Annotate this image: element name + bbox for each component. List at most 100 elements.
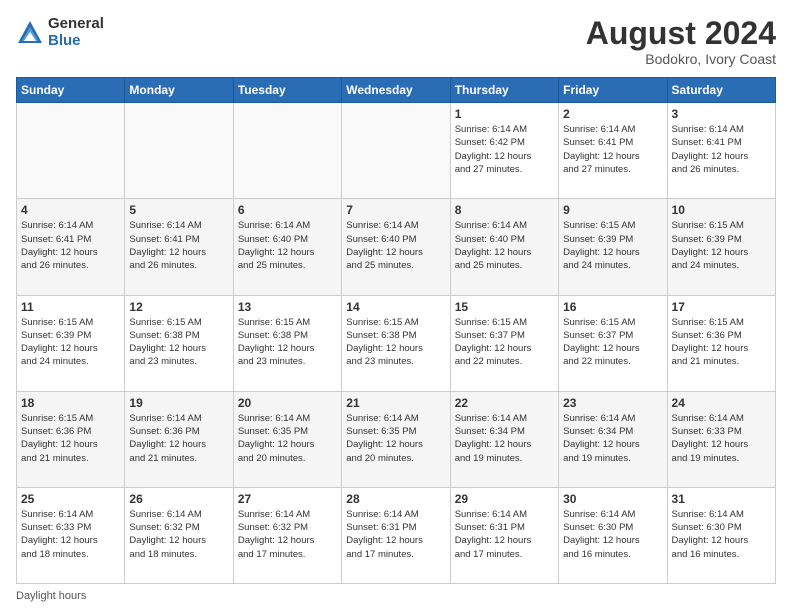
calendar-day-cell: 9 Sunrise: 6:15 AM Sunset: 6:39 PM Daylig…	[559, 199, 667, 295]
day-info: Sunrise: 6:14 AM Sunset: 6:33 PM Dayligh…	[672, 412, 771, 465]
calendar-day-cell: 25Sunrise: 6:14 AM Sunset: 6:33 PM Dayli…	[17, 487, 125, 583]
day-info: Sunrise: 6:15 AM Sunset: 6:36 PM Dayligh…	[21, 412, 120, 465]
calendar-day-cell: 17 Sunrise: 6:15 AM Sunset: 6:36 PM Dayli…	[667, 295, 775, 391]
day-number: 14	[346, 300, 445, 314]
calendar-week-row: 4 Sunrise: 6:14 AM Sunset: 6:41 PM Daylig…	[17, 199, 776, 295]
day-info: Sunrise: 6:14 AM Sunset: 6:40 PM Dayligh…	[238, 219, 337, 272]
calendar-week-row: 11 Sunrise: 6:15 AM Sunset: 6:39 PM Dayli…	[17, 295, 776, 391]
calendar-day-cell: 23 Sunrise: 6:14 AM Sunset: 6:34 PM Dayli…	[559, 391, 667, 487]
footer: Daylight hours	[16, 590, 776, 602]
day-number: 13	[238, 300, 337, 314]
title-block: August 2024 Bodokro, Ivory Coast	[586, 16, 776, 67]
day-number: 3	[672, 107, 771, 121]
day-number: 27	[238, 492, 337, 506]
calendar-day-cell: 22 Sunrise: 6:14 AM Sunset: 6:34 PM Dayli…	[450, 391, 558, 487]
logo-icon	[16, 19, 44, 47]
day-info: Sunrise: 6:14 AM Sunset: 6:41 PM Dayligh…	[129, 219, 228, 272]
calendar-day-cell: 2Sunrise: 6:14 AM Sunset: 6:41 PM Daylig…	[559, 103, 667, 199]
day-number: 30	[563, 492, 662, 506]
day-number: 26	[129, 492, 228, 506]
day-number: 6	[238, 203, 337, 217]
day-info: Sunrise: 6:14 AM Sunset: 6:41 PM Dayligh…	[21, 219, 120, 272]
title-month: August 2024	[586, 16, 776, 51]
day-number: 8	[455, 203, 554, 217]
day-number: 18	[21, 396, 120, 410]
calendar-day-cell: 5 Sunrise: 6:14 AM Sunset: 6:41 PM Daylig…	[125, 199, 233, 295]
calendar-week-row: 25Sunrise: 6:14 AM Sunset: 6:33 PM Dayli…	[17, 487, 776, 583]
title-location: Bodokro, Ivory Coast	[586, 51, 776, 67]
day-number: 4	[21, 203, 120, 217]
calendar-day-cell	[125, 103, 233, 199]
day-number: 22	[455, 396, 554, 410]
calendar-col-header: Saturday	[667, 78, 775, 103]
logo-general: General	[48, 16, 104, 33]
day-number: 7	[346, 203, 445, 217]
day-number: 1	[455, 107, 554, 121]
day-number: 21	[346, 396, 445, 410]
day-info: Sunrise: 6:15 AM Sunset: 6:39 PM Dayligh…	[21, 316, 120, 369]
day-number: 10	[672, 203, 771, 217]
day-info: Sunrise: 6:14 AM Sunset: 6:30 PM Dayligh…	[672, 508, 771, 561]
day-info: Sunrise: 6:15 AM Sunset: 6:37 PM Dayligh…	[455, 316, 554, 369]
day-number: 28	[346, 492, 445, 506]
day-number: 23	[563, 396, 662, 410]
calendar-day-cell: 14 Sunrise: 6:15 AM Sunset: 6:38 PM Dayli…	[342, 295, 450, 391]
calendar-day-cell	[342, 103, 450, 199]
calendar-day-cell: 31 Sunrise: 6:14 AM Sunset: 6:30 PM Dayli…	[667, 487, 775, 583]
calendar-day-cell: 6 Sunrise: 6:14 AM Sunset: 6:40 PM Daylig…	[233, 199, 341, 295]
footer-text: Daylight hours	[16, 590, 86, 602]
calendar-day-cell: 19Sunrise: 6:14 AM Sunset: 6:36 PM Dayli…	[125, 391, 233, 487]
day-info: Sunrise: 6:14 AM Sunset: 6:34 PM Dayligh…	[563, 412, 662, 465]
day-info: Sunrise: 6:14 AM Sunset: 6:32 PM Dayligh…	[238, 508, 337, 561]
calendar-col-header: Thursday	[450, 78, 558, 103]
day-info: Sunrise: 6:14 AM Sunset: 6:41 PM Dayligh…	[672, 123, 771, 176]
calendar-col-header: Wednesday	[342, 78, 450, 103]
calendar-day-cell: 28Sunrise: 6:14 AM Sunset: 6:31 PM Dayli…	[342, 487, 450, 583]
calendar-day-cell: 4 Sunrise: 6:14 AM Sunset: 6:41 PM Daylig…	[17, 199, 125, 295]
calendar-col-header: Tuesday	[233, 78, 341, 103]
day-number: 9	[563, 203, 662, 217]
day-info: Sunrise: 6:14 AM Sunset: 6:35 PM Dayligh…	[238, 412, 337, 465]
day-number: 20	[238, 396, 337, 410]
calendar-header-row: SundayMondayTuesdayWednesdayThursdayFrid…	[17, 78, 776, 103]
day-info: Sunrise: 6:15 AM Sunset: 6:39 PM Dayligh…	[563, 219, 662, 272]
logo-text: General Blue	[48, 16, 104, 49]
calendar-day-cell: 16Sunrise: 6:15 AM Sunset: 6:37 PM Dayli…	[559, 295, 667, 391]
day-info: Sunrise: 6:15 AM Sunset: 6:38 PM Dayligh…	[238, 316, 337, 369]
day-number: 16	[563, 300, 662, 314]
calendar-col-header: Sunday	[17, 78, 125, 103]
day-info: Sunrise: 6:15 AM Sunset: 6:39 PM Dayligh…	[672, 219, 771, 272]
day-number: 17	[672, 300, 771, 314]
calendar-day-cell	[17, 103, 125, 199]
day-number: 11	[21, 300, 120, 314]
calendar-week-row: 18 Sunrise: 6:15 AM Sunset: 6:36 PM Dayli…	[17, 391, 776, 487]
calendar-day-cell: 20 Sunrise: 6:14 AM Sunset: 6:35 PM Dayli…	[233, 391, 341, 487]
day-info: Sunrise: 6:14 AM Sunset: 6:30 PM Dayligh…	[563, 508, 662, 561]
calendar-day-cell: 15 Sunrise: 6:15 AM Sunset: 6:37 PM Dayli…	[450, 295, 558, 391]
day-info: Sunrise: 6:14 AM Sunset: 6:31 PM Dayligh…	[455, 508, 554, 561]
calendar-day-cell: 12Sunrise: 6:15 AM Sunset: 6:38 PM Dayli…	[125, 295, 233, 391]
calendar-day-cell: 11 Sunrise: 6:15 AM Sunset: 6:39 PM Dayli…	[17, 295, 125, 391]
day-info: Sunrise: 6:15 AM Sunset: 6:38 PM Dayligh…	[346, 316, 445, 369]
calendar-day-cell: 3 Sunrise: 6:14 AM Sunset: 6:41 PM Daylig…	[667, 103, 775, 199]
day-number: 15	[455, 300, 554, 314]
day-number: 12	[129, 300, 228, 314]
calendar-day-cell	[233, 103, 341, 199]
calendar-table: SundayMondayTuesdayWednesdayThursdayFrid…	[16, 77, 776, 584]
day-number: 25	[21, 492, 120, 506]
day-info: Sunrise: 6:14 AM Sunset: 6:41 PM Dayligh…	[563, 123, 662, 176]
day-number: 31	[672, 492, 771, 506]
day-info: Sunrise: 6:14 AM Sunset: 6:34 PM Dayligh…	[455, 412, 554, 465]
header: General Blue August 2024 Bodokro, Ivory …	[16, 16, 776, 67]
day-info: Sunrise: 6:14 AM Sunset: 6:40 PM Dayligh…	[455, 219, 554, 272]
day-info: Sunrise: 6:14 AM Sunset: 6:40 PM Dayligh…	[346, 219, 445, 272]
day-number: 19	[129, 396, 228, 410]
calendar-day-cell: 21Sunrise: 6:14 AM Sunset: 6:35 PM Dayli…	[342, 391, 450, 487]
calendar-day-cell: 8 Sunrise: 6:14 AM Sunset: 6:40 PM Daylig…	[450, 199, 558, 295]
logo-blue: Blue	[48, 33, 104, 50]
day-number: 5	[129, 203, 228, 217]
day-info: Sunrise: 6:15 AM Sunset: 6:36 PM Dayligh…	[672, 316, 771, 369]
calendar-day-cell: 24Sunrise: 6:14 AM Sunset: 6:33 PM Dayli…	[667, 391, 775, 487]
calendar-col-header: Friday	[559, 78, 667, 103]
day-info: Sunrise: 6:14 AM Sunset: 6:42 PM Dayligh…	[455, 123, 554, 176]
